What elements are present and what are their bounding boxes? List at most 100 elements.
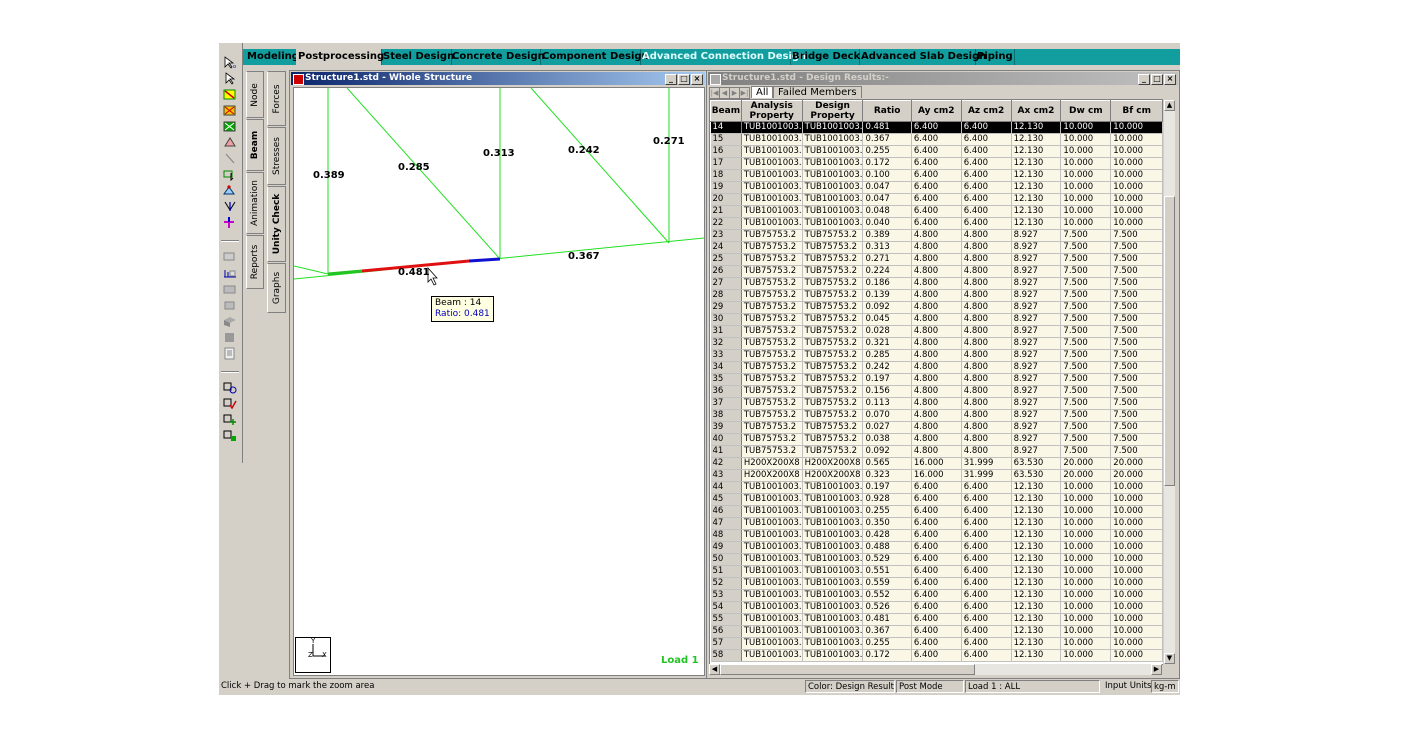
table-row[interactable]: 44 TUB1001003. TUB1001003. 0.197 6.400 6.400 1… — [710, 481, 1163, 494]
table-row[interactable]: 51 TUB1001003. TUB1001003. 0.551 6.400 6.400 1… — [710, 565, 1163, 578]
close-icon[interactable]: × — [691, 74, 703, 85]
table-row[interactable]: 33 TUB75753.2 TUB75753.2 0.285 4.800 4.800 8.9… — [710, 349, 1163, 362]
table-row[interactable]: 14 TUB1001003. TUB1001003. 0.481 6.400 6.400 1… — [710, 121, 1163, 134]
table-row[interactable]: 21 TUB1001003. TUB1001003. 0.048 6.400 6.400 1… — [710, 205, 1163, 218]
table-row[interactable]: 19 TUB1001003. TUB1001003. 0.047 6.400 6.400 1… — [710, 181, 1163, 194]
table-row[interactable]: 29 TUB75753.2 TUB75753.2 0.092 4.800 4.800 8.9… — [710, 301, 1163, 314]
beam-diagram-icon[interactable] — [222, 267, 238, 280]
tab-concrete-design[interactable]: Concrete Design — [450, 49, 545, 65]
table-row[interactable]: 35 TUB75753.2 TUB75753.2 0.197 4.800 4.800 8.9… — [710, 373, 1163, 386]
table-row[interactable]: 28 TUB75753.2 TUB75753.2 0.139 4.800 4.800 8.9… — [710, 289, 1163, 302]
col-ax-header[interactable]: Ax cm2 — [1010, 100, 1062, 122]
scroll-right-icon[interactable]: ▶ — [1151, 664, 1162, 675]
table-row[interactable]: 47 TUB1001003. TUB1001003. 0.350 6.400 6.400 1… — [710, 517, 1163, 530]
table-row[interactable]: 32 TUB75753.2 TUB75753.2 0.321 4.800 4.800 8.9… — [710, 337, 1163, 350]
table-row[interactable]: 27 TUB75753.2 TUB75753.2 0.186 4.800 4.800 8.9… — [710, 277, 1163, 290]
table-row[interactable]: 17 TUB1001003. TUB1001003. 0.172 6.400 6.400 1… — [710, 157, 1163, 170]
solid-select-icon[interactable] — [222, 120, 238, 133]
col-bf-header[interactable]: Bf cm — [1110, 100, 1163, 122]
col-ratio-header[interactable]: Ratio — [862, 100, 912, 122]
table-row[interactable]: 49 TUB1001003. TUB1001003. 0.488 6.400 6.400 1… — [710, 541, 1163, 554]
close-icon[interactable]: × — [1164, 74, 1176, 85]
maximize-icon[interactable]: □ — [1151, 74, 1163, 85]
results-grid[interactable]: Beam Analysis Property Design Property Rati… — [709, 99, 1164, 665]
table-row[interactable]: 54 TUB1001003. TUB1001003. 0.526 6.400 6.400 1… — [710, 601, 1163, 614]
table-row[interactable]: 34 TUB75753.2 TUB75753.2 0.242 4.800 4.800 8.9… — [710, 361, 1163, 374]
table-row[interactable]: 39 TUB75753.2 TUB75753.2 0.027 4.800 4.800 8.9… — [710, 421, 1163, 434]
table-row[interactable]: 20 TUB1001003. TUB1001003. 0.047 6.400 6.400 1… — [710, 193, 1163, 206]
table-row[interactable]: 18 TUB1001003. TUB1001003. 0.100 6.400 6.400 1… — [710, 169, 1163, 182]
page-tab-node[interactable]: Node — [246, 71, 264, 118]
table-row[interactable]: 31 TUB75753.2 TUB75753.2 0.028 4.800 4.800 8.9… — [710, 325, 1163, 338]
table-row[interactable]: 43 H200X200X8 H200X200X8 0.323 16.000 31.999 6… — [710, 469, 1163, 482]
page-tab-unity-check[interactable]: Unity Check — [267, 186, 286, 262]
col-analysis-property-header[interactable]: Analysis Property — [740, 100, 803, 122]
table-row[interactable]: 26 TUB75753.2 TUB75753.2 0.224 4.800 4.800 8.9… — [710, 265, 1163, 278]
sheet-tab-failed-members[interactable]: Failed Members — [773, 86, 862, 98]
tab-advanced-slab-design[interactable]: Advanced Slab Design — [859, 49, 986, 65]
node-cursor-icon[interactable] — [222, 184, 238, 197]
scroll-left-icon[interactable]: ◀ — [709, 664, 720, 675]
table-row[interactable]: 41 TUB75753.2 TUB75753.2 0.092 4.800 4.800 8.9… — [710, 445, 1163, 458]
structure-model[interactable] — [294, 88, 704, 675]
table-row[interactable]: 52 TUB1001003. TUB1001003. 0.559 6.400 6.400 1… — [710, 577, 1163, 590]
page-tab-beam[interactable]: Beam — [246, 119, 264, 171]
table-row[interactable]: 25 TUB75753.2 TUB75753.2 0.271 4.800 4.800 8.9… — [710, 253, 1163, 266]
horizontal-scroll-thumb[interactable] — [720, 664, 975, 675]
page-tab-animation[interactable]: Animation — [246, 172, 264, 234]
tab-bridge-deck[interactable]: Bridge Deck — [790, 49, 860, 65]
solid-view-icon[interactable] — [222, 331, 238, 344]
tab-piping[interactable]: Piping — [975, 49, 1015, 65]
table-row[interactable]: 57 TUB1001003. TUB1001003. 0.255 6.400 6.400 1… — [710, 637, 1163, 650]
tab-steel-design[interactable]: Steel Design — [381, 49, 454, 65]
tab-advanced-connection-design[interactable]: Advanced Connection Design — [640, 49, 806, 65]
table-row[interactable]: 58 TUB1001003. TUB1001003. 0.172 6.400 6.400 1… — [710, 649, 1163, 662]
beam-cursor-icon[interactable] — [222, 72, 238, 85]
shrink-view-icon[interactable] — [222, 299, 238, 312]
table-row[interactable]: 22 TUB1001003. TUB1001003. 0.040 6.400 6.400 1… — [710, 217, 1163, 230]
vertical-scrollbar[interactable]: ▲ ▼ — [1163, 99, 1176, 665]
view-title-bar[interactable]: Structure1.std - Whole Structure _ □ × — [291, 72, 705, 85]
scroll-down-icon[interactable]: ▼ — [1164, 653, 1175, 664]
sheet-tab-all[interactable]: All — [751, 86, 774, 98]
table-row[interactable]: 24 TUB75753.2 TUB75753.2 0.313 4.800 4.800 8.9… — [710, 241, 1163, 254]
structure-view-window[interactable]: Structure1.std - Whole Structure _ □ × 0… — [289, 70, 707, 679]
plate-select-icon[interactable] — [222, 104, 238, 117]
vertical-scroll-thumb[interactable] — [1164, 196, 1175, 486]
member-grid-icon[interactable] — [222, 429, 238, 442]
table-row[interactable]: 46 TUB1001003. TUB1001003. 0.255 6.400 6.400 1… — [710, 505, 1163, 518]
minimize-icon[interactable]: _ — [665, 74, 677, 85]
table-row[interactable]: 56 TUB1001003. TUB1001003. 0.367 6.400 6.400 1… — [710, 625, 1163, 638]
plate-view-icon[interactable] — [222, 283, 238, 296]
surface-select-icon[interactable] — [222, 136, 238, 149]
member-add-icon[interactable] — [222, 413, 238, 426]
tab-postprocessing[interactable]: Postprocessing — [296, 49, 384, 65]
col-design-property-header[interactable]: Design Property — [801, 100, 864, 122]
status-input-units[interactable]: kg-m — [1151, 680, 1179, 693]
col-beam-header[interactable]: Beam — [710, 100, 742, 122]
table-row[interactable]: 40 TUB75753.2 TUB75753.2 0.038 4.800 4.800 8.9… — [710, 433, 1163, 446]
view-box-icon[interactable] — [222, 250, 238, 263]
last-sheet-icon[interactable]: ▶| — [739, 87, 750, 99]
table-row[interactable]: 48 TUB1001003. TUB1001003. 0.428 6.400 6.400 1… — [710, 529, 1163, 542]
table-row[interactable]: 37 TUB75753.2 TUB75753.2 0.113 4.800 4.800 8.9… — [710, 397, 1163, 410]
page-tab-forces[interactable]: Forces — [267, 71, 286, 126]
table-row[interactable]: 55 TUB1001003. TUB1001003. 0.481 6.400 6.400 1… — [710, 613, 1163, 626]
table-row[interactable]: 23 TUB75753.2 TUB75753.2 0.389 4.800 4.800 8.9… — [710, 229, 1163, 242]
minimize-icon[interactable]: _ — [1138, 74, 1150, 85]
table-row[interactable]: 50 TUB1001003. TUB1001003. 0.529 6.400 6.400 1… — [710, 553, 1163, 566]
maximize-icon[interactable]: □ — [678, 74, 690, 85]
design-results-window[interactable]: Structure1.std - Design Results:- _ □ × |◀… — [706, 70, 1180, 679]
geometry-cursor-icon[interactable] — [222, 152, 238, 165]
beam-select-icon[interactable] — [222, 88, 238, 101]
check-select-icon[interactable] — [222, 397, 238, 410]
structure-canvas[interactable]: 0.389 0.285 0.313 0.242 0.271 0.481 0.36… — [293, 87, 705, 676]
isometric-view-icon[interactable] — [222, 315, 238, 328]
scroll-up-icon[interactable]: ▲ — [1164, 100, 1175, 111]
col-ay-header[interactable]: Ay cm2 — [910, 100, 962, 122]
table-title-bar[interactable]: Structure1.std - Design Results:- _ □ × — [708, 72, 1178, 85]
page-tab-reports[interactable]: Reports — [246, 235, 264, 289]
col-dw-header[interactable]: Dw cm — [1060, 100, 1112, 122]
horizontal-scrollbar[interactable]: ◀ ▶ — [709, 664, 1162, 675]
load-cursor-icon[interactable] — [222, 200, 238, 213]
